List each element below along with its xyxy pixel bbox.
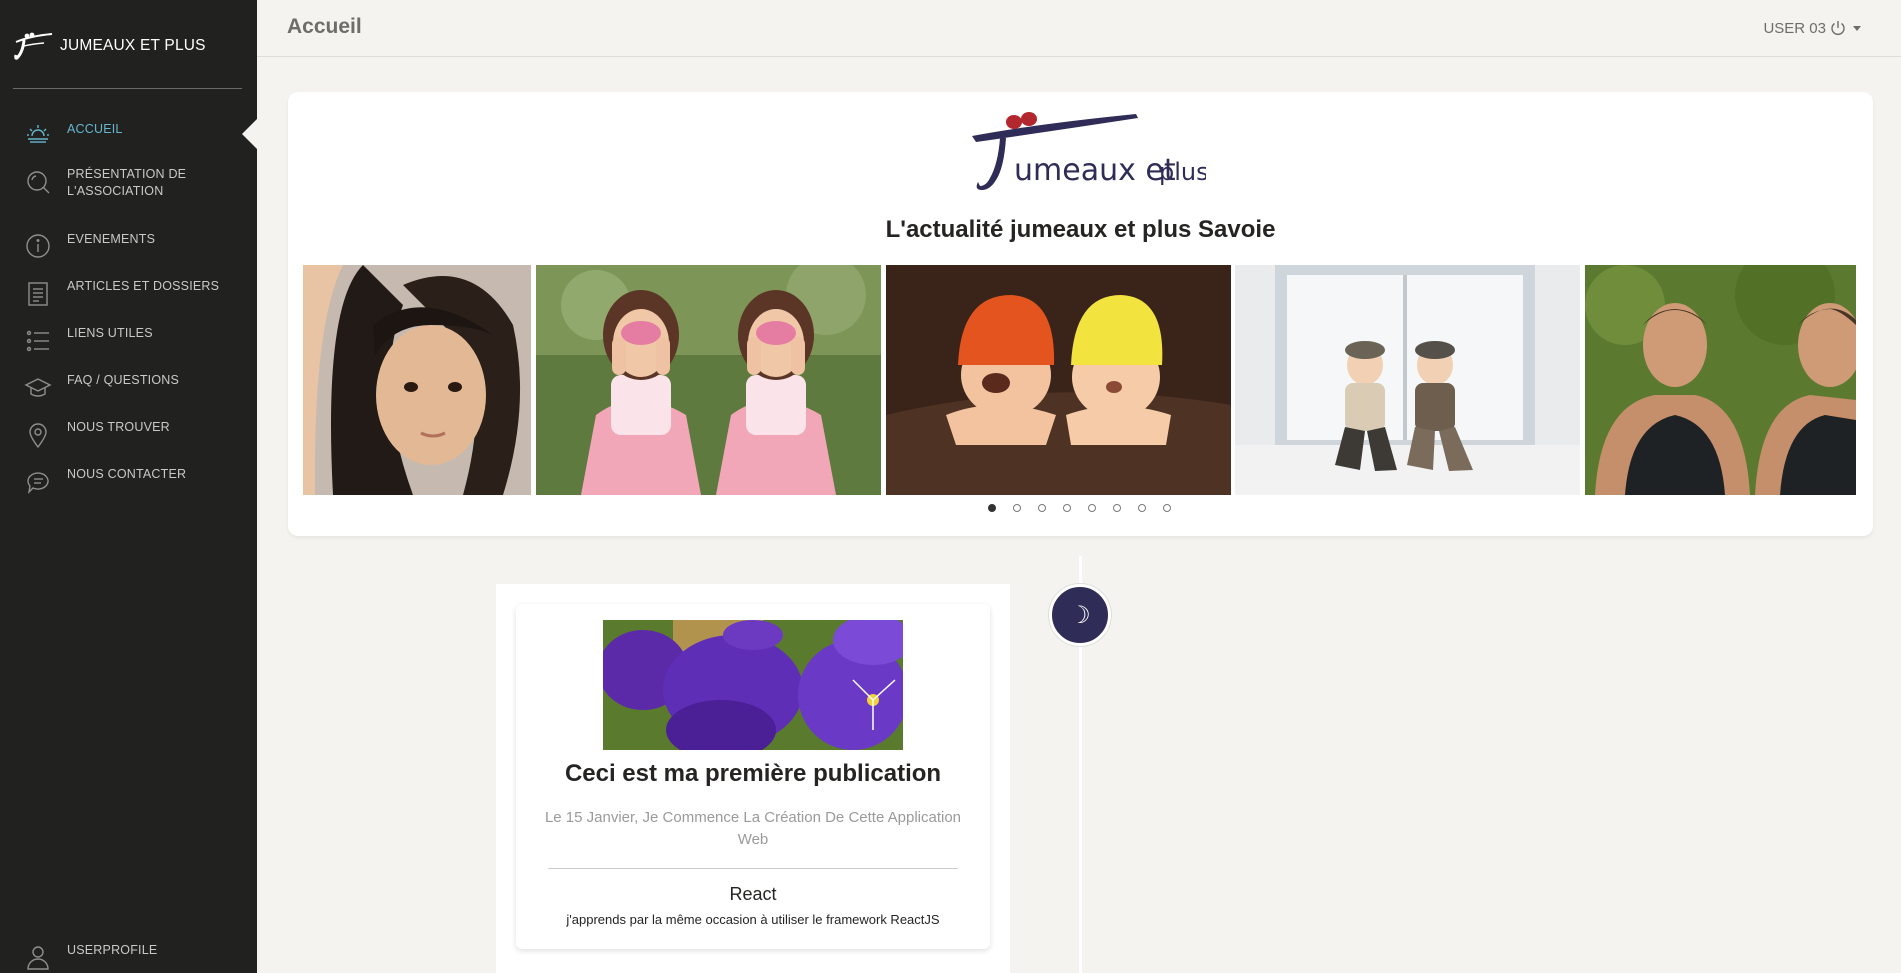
moon-icon: ☽ [1049, 584, 1111, 646]
map-pin-icon [24, 421, 52, 449]
post-note: j'apprends par la même occasion à utilis… [566, 912, 940, 927]
sidebar-item-label: NOUS CONTACTER [67, 467, 187, 481]
timeline-post[interactable]: Ceci est ma première publication Le 15 J… [516, 604, 990, 949]
brand-logo-icon [14, 32, 53, 60]
sidebar-item-presentation[interactable]: PRÉSENTATION DE L'ASSOCIATION [0, 164, 257, 204]
sidebar-item-label: USERPROFILE [67, 943, 158, 957]
top-bar: Accueil USER 03 [257, 0, 1901, 57]
svg-text:umeaux et: umeaux et [1014, 153, 1176, 188]
slide-image [303, 265, 531, 495]
carousel-dot[interactable] [1088, 504, 1096, 512]
brand-name: JUMEAUX ET PLUS [60, 37, 206, 54]
slide-image [1585, 265, 1856, 495]
carousel-dot[interactable] [1113, 504, 1121, 512]
slide-image [886, 265, 1231, 495]
chat-icon [24, 468, 52, 496]
page-title: Accueil [287, 15, 362, 38]
carousel-dot[interactable] [1013, 504, 1021, 512]
sidebar: JUMEAUX ET PLUS ACCUEIL PRÉSENTATION DE … [0, 0, 257, 973]
user-menu[interactable]: USER 03 [1763, 19, 1861, 37]
sidebar-item-userprofile[interactable]: USERPROFILE [0, 940, 257, 970]
post-divider [548, 868, 958, 869]
sidebar-item-label: ACCUEIL [67, 122, 123, 136]
carousel-dots [988, 504, 1171, 512]
brand[interactable]: JUMEAUX ET PLUS [10, 28, 206, 64]
sidebar-item-nous-trouver[interactable]: NOUS TROUVER [0, 417, 257, 449]
sidebar-item-label: ARTICLES ET DOSSIERS [67, 279, 220, 293]
carousel-dot[interactable] [1038, 504, 1046, 512]
sidebar-item-accueil[interactable]: ACCUEIL [0, 114, 257, 144]
user-name: USER 03 [1763, 19, 1826, 37]
sidebar-item-label: FAQ / QUESTIONS [67, 373, 180, 387]
post-tag: React [729, 884, 777, 904]
sidebar-item-faq[interactable]: FAQ / QUESTIONS [0, 370, 257, 400]
sidebar-item-liens[interactable]: LIENS UTILES [0, 323, 257, 353]
power-icon [1831, 21, 1845, 35]
graduation-cap-icon [24, 374, 52, 402]
post-title: Ceci est ma première publication [564, 760, 942, 787]
photo-carousel[interactable] [303, 265, 1856, 495]
brand-divider [13, 88, 242, 89]
sidebar-item-label: NOUS TROUVER [67, 420, 170, 434]
news-card: umeaux et plus L'actualité jumeaux et pl… [288, 92, 1873, 536]
sidebar-item-evenements[interactable]: EVENEMENTS [0, 229, 257, 259]
document-icon [24, 280, 52, 308]
chevron-down-icon [1853, 25, 1861, 31]
sidebar-item-label: PRÉSENTATION DE L'ASSOCIATION [67, 167, 187, 198]
magnifier-icon [24, 168, 52, 196]
list-icon [24, 327, 52, 355]
user-icon [24, 943, 52, 971]
carousel-dot[interactable] [1163, 504, 1171, 512]
sunrise-icon [24, 120, 52, 148]
sidebar-item-label: LIENS UTILES [67, 326, 153, 340]
active-indicator [242, 119, 257, 149]
svg-text:plus: plus [1159, 158, 1206, 186]
slide-image [1235, 265, 1580, 495]
post-description: Le 15 Janvier, Je Commence La Création D… [544, 809, 962, 848]
jumeaux-et-plus-logo: umeaux et plus [972, 112, 1206, 190]
carousel-dot[interactable] [1063, 504, 1071, 512]
card-subtitle: L'actualité jumeaux et plus Savoie [885, 216, 1276, 243]
sidebar-item-nous-contacter[interactable]: NOUS CONTACTER [0, 464, 257, 496]
sidebar-item-label: EVENEMENTS [67, 232, 156, 246]
sidebar-item-articles[interactable]: ARTICLES ET DOSSIERS [0, 276, 257, 306]
slide-image [536, 265, 881, 495]
post-image [603, 620, 903, 750]
carousel-dot[interactable] [1138, 504, 1146, 512]
info-icon [24, 232, 52, 260]
carousel-dot[interactable] [988, 504, 996, 512]
